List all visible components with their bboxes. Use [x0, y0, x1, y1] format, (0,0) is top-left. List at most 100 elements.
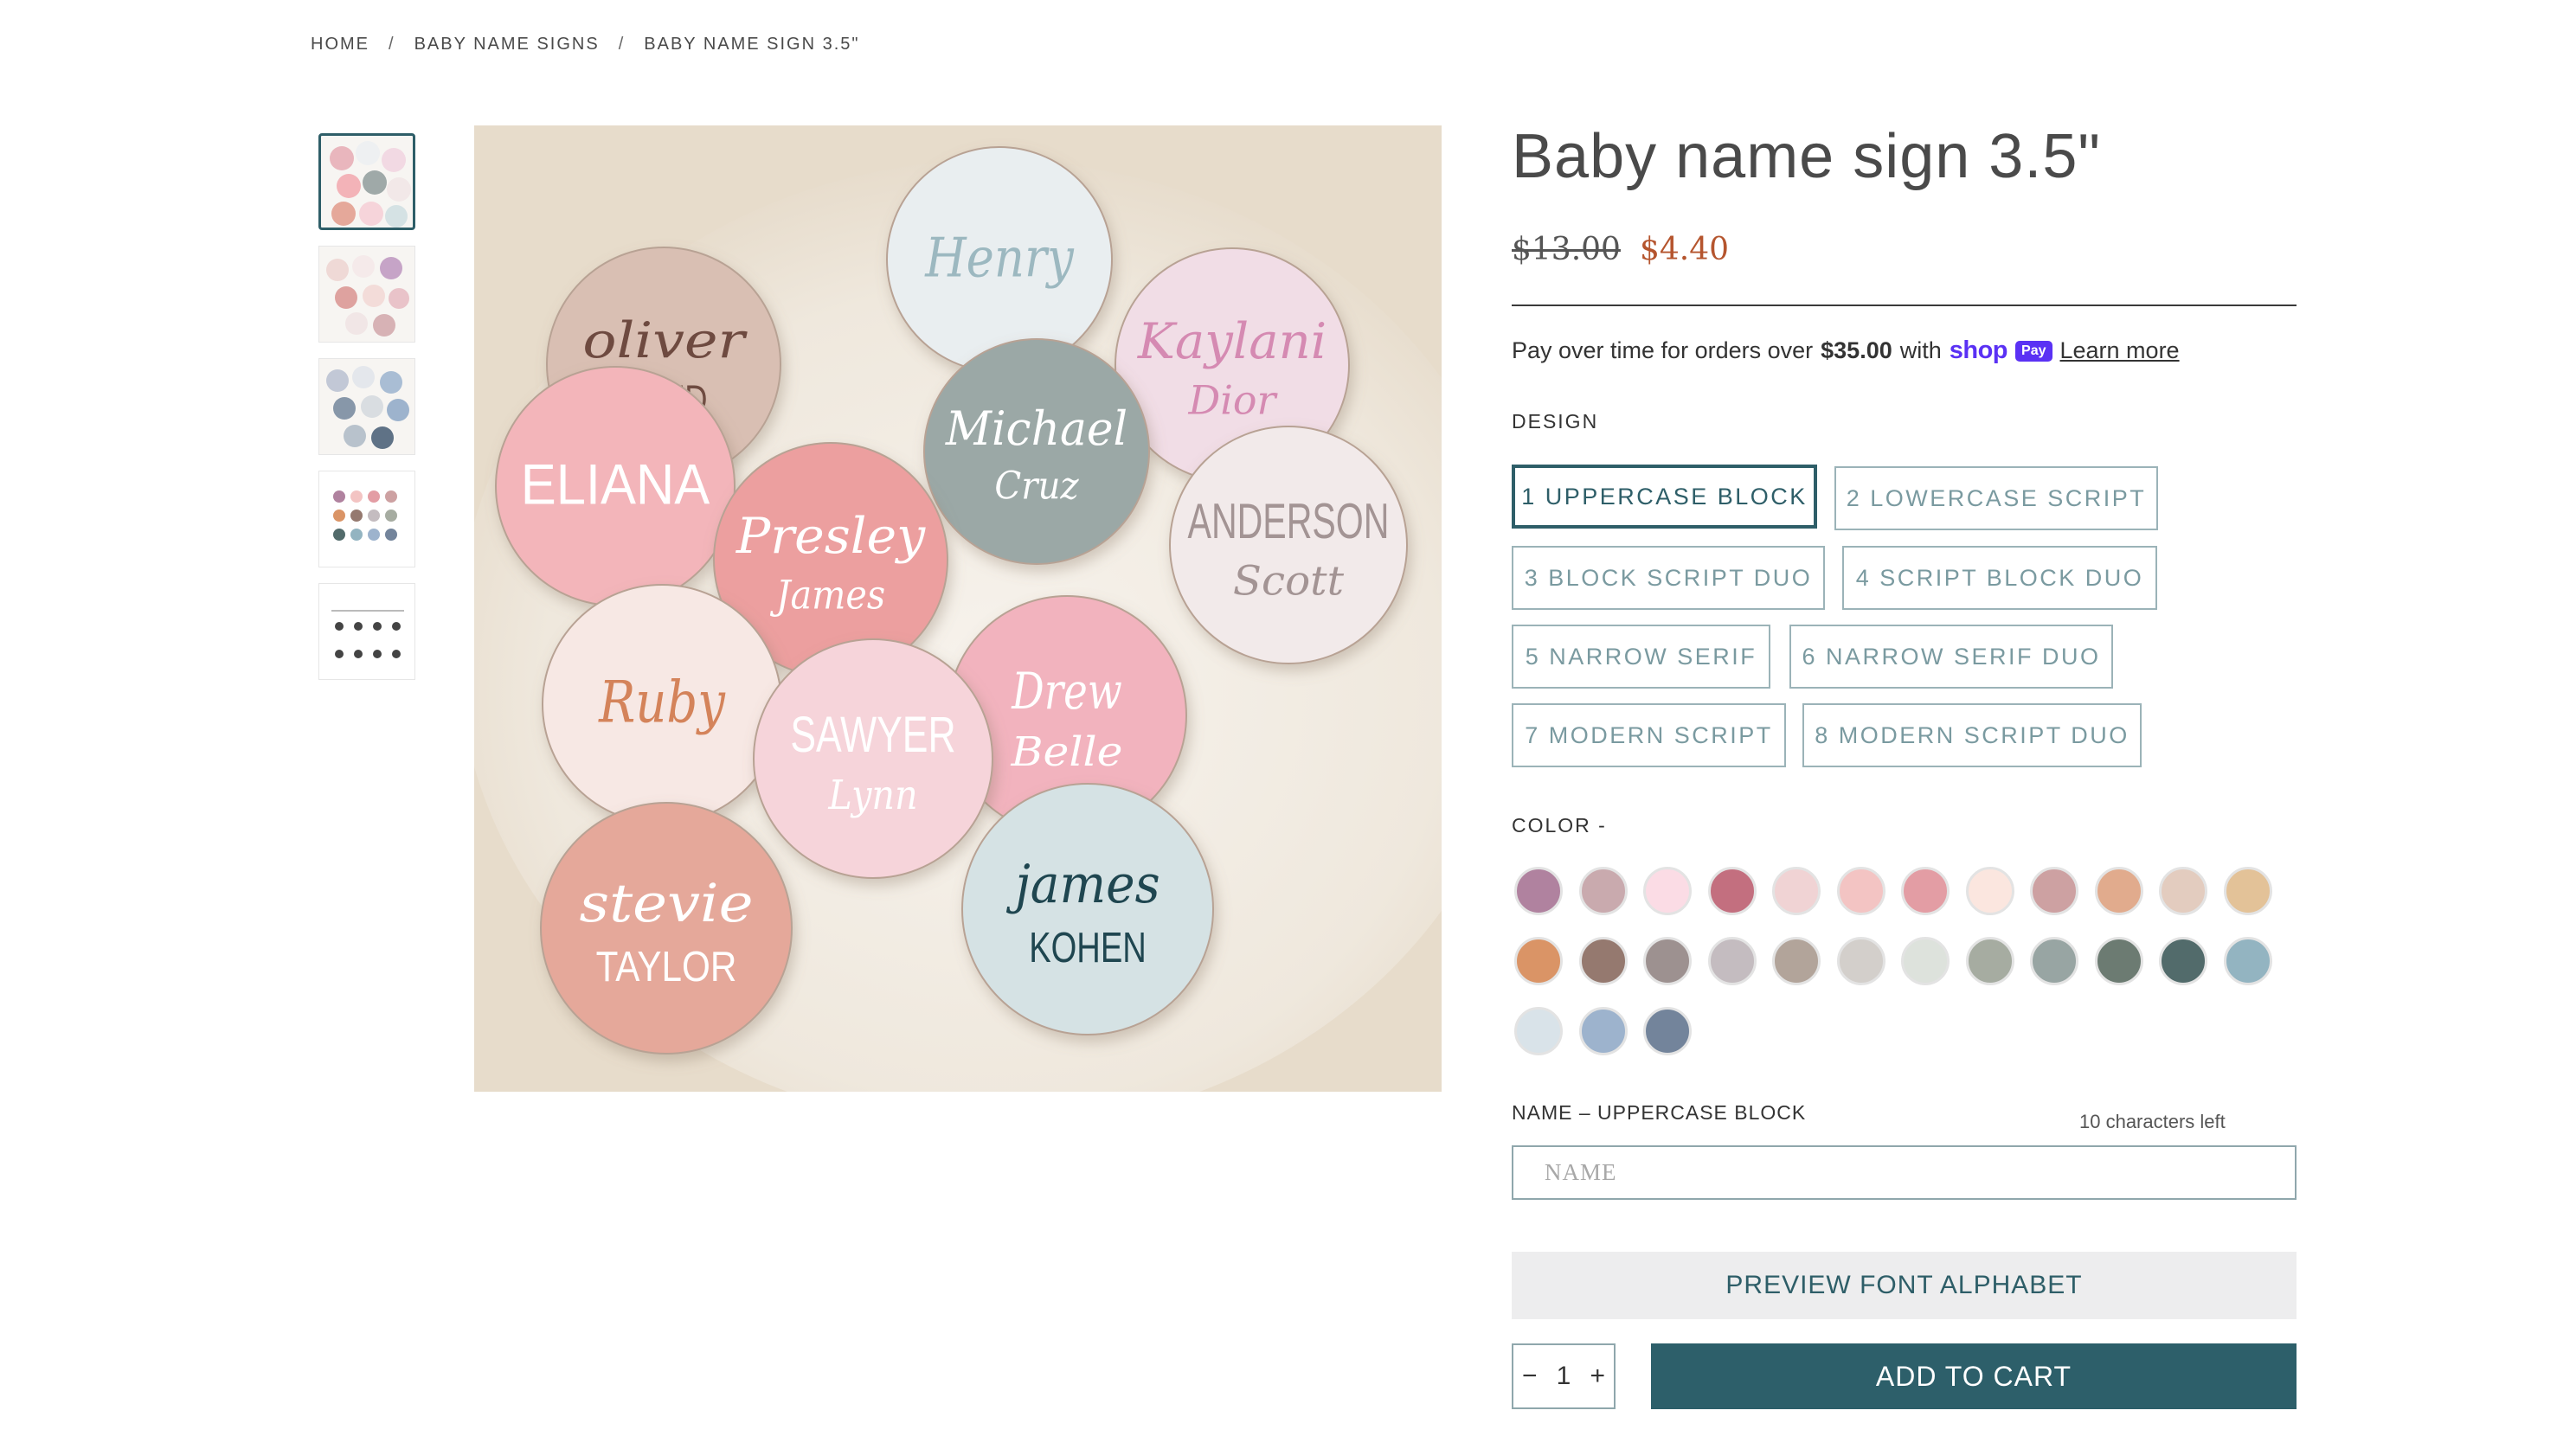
name-sign-12: james KOHEN [961, 783, 1214, 1035]
name-sign-text: Drew [1011, 662, 1121, 721]
name-sign-8: Ruby [542, 584, 782, 824]
name-sign-text: James [770, 572, 885, 619]
name-sign-text: Belle [1010, 728, 1122, 776]
name-sign-text: Ruby [598, 670, 726, 736]
design-option-3[interactable]: 3 BLOCK SCRIPT DUO [1512, 546, 1825, 610]
design-label: DESIGN [1512, 410, 1599, 433]
shop-pay-logo: shop [1949, 337, 2008, 364]
color-swatch-9[interactable] [2030, 867, 2078, 915]
name-sign-text: Cruz [994, 465, 1079, 509]
quantity-increase-button[interactable]: + [1590, 1362, 1605, 1391]
name-sign-7: ANDERSON Scott [1169, 426, 1408, 664]
name-sign-text: Henry [924, 227, 1074, 290]
product-title: Baby name sign 3.5" [1512, 122, 2101, 191]
name-sign-text: TAYLOR [596, 943, 737, 990]
breadcrumb-home[interactable]: HOME [311, 35, 369, 54]
name-sign-4: Michael Cruz [923, 338, 1150, 565]
name-sign-text: Dior [1188, 377, 1279, 424]
installments-amount: $35.00 [1821, 337, 1892, 363]
sale-price: $4.40 [1639, 232, 1730, 267]
preview-font-alphabet-button[interactable]: PREVIEW FONT ALPHABET [1512, 1252, 2297, 1319]
thumbnail-5[interactable] [318, 583, 415, 680]
original-price: $13.00 [1512, 232, 1621, 267]
design-option-5[interactable]: 5 NARROW SERIF [1512, 625, 1770, 689]
color-swatch-1[interactable] [1514, 867, 1563, 915]
color-swatch-4[interactable] [1707, 867, 1757, 915]
price-divider [1512, 305, 2297, 306]
color-swatch-16[interactable] [1707, 937, 1757, 985]
color-swatch-3[interactable] [1643, 867, 1692, 915]
installments-banner: Pay over time for orders over $35.00 wit… [1512, 337, 2180, 365]
color-swatch-13[interactable] [1514, 937, 1563, 985]
design-option-7[interactable]: 7 MODERN SCRIPT [1512, 703, 1786, 767]
breadcrumb: HOME / BABY NAME SIGNS / BABY NAME SIGN … [311, 35, 860, 54]
design-option-6[interactable]: 6 NARROW SERIF DUO [1789, 625, 2113, 689]
design-option-2[interactable]: 2 LOWERCASE SCRIPT [1834, 466, 2158, 530]
installments-with: with [1899, 337, 1942, 363]
name-sign-text: ELIANA [521, 453, 710, 517]
name-sign-text: Lynn [828, 772, 918, 819]
color-label: COLOR - [1512, 814, 1607, 837]
learn-more-link[interactable]: Learn more [2060, 337, 2180, 364]
color-swatch-23[interactable] [2159, 937, 2207, 985]
color-swatch-19[interactable] [1901, 937, 1950, 985]
color-swatch-12[interactable] [2223, 867, 2272, 915]
color-swatch-7[interactable] [1901, 867, 1950, 915]
breadcrumb-separator: / [618, 35, 626, 54]
thumbnail-list [318, 133, 415, 680]
color-swatch-8[interactable] [1965, 867, 2014, 915]
color-swatch-18[interactable] [1836, 937, 1885, 985]
color-swatch-15[interactable] [1643, 937, 1692, 985]
color-swatch-11[interactable] [2159, 867, 2207, 915]
design-option-8[interactable]: 8 MODERN SCRIPT DUO [1802, 703, 2142, 767]
quantity-value[interactable]: 1 [1557, 1362, 1571, 1391]
name-sign-text: oliver [582, 312, 747, 369]
color-swatch-5[interactable] [1772, 867, 1821, 915]
name-sign-text: Scott [1233, 558, 1344, 605]
color-swatch-20[interactable] [1965, 937, 2014, 985]
add-to-cart-button[interactable]: ADD TO CART [1651, 1343, 2297, 1409]
color-swatch-24[interactable] [2223, 937, 2272, 985]
breadcrumb-baby-name-signs[interactable]: BABY NAME SIGNS [414, 35, 600, 54]
color-swatch-25[interactable] [1514, 1007, 1563, 1055]
name-sign-text: ANDERSON [1188, 494, 1390, 549]
name-sign-text: Michael [945, 401, 1127, 456]
breadcrumb-current: BABY NAME SIGN 3.5" [644, 35, 860, 54]
installments-text: Pay over time for orders over [1512, 337, 1814, 363]
product-photo: HenryoliverREEDKaylaniDiorMichaelCruzELI… [474, 125, 1442, 1092]
color-swatch-17[interactable] [1772, 937, 1821, 985]
color-swatch-21[interactable] [2030, 937, 2078, 985]
shop-pay-badge: Pay [2015, 340, 2052, 362]
price: $13.00 $4.40 [1512, 232, 1729, 267]
name-sign-11: stevie TAYLOR [540, 802, 793, 1055]
characters-left: 10 characters left [2079, 1111, 2226, 1132]
color-swatch-6[interactable] [1836, 867, 1885, 915]
name-sign-5: ELIANA [495, 366, 736, 606]
quantity-stepper: − 1 + [1512, 1343, 1616, 1409]
color-swatch-10[interactable] [2094, 867, 2143, 915]
thumbnail-2[interactable] [318, 246, 415, 343]
name-sign-1: Henry [886, 146, 1113, 373]
name-sign-text: KOHEN [1029, 924, 1147, 971]
quantity-decrease-button[interactable]: − [1522, 1362, 1538, 1391]
name-sign-10: SAWYER Lynn [753, 638, 993, 879]
color-swatch-14[interactable] [1578, 937, 1628, 985]
thumbnail-4[interactable] [318, 471, 415, 567]
design-option-4[interactable]: 4 SCRIPT BLOCK DUO [1842, 546, 2157, 610]
color-swatch-2[interactable] [1578, 867, 1628, 915]
thumbnail-3[interactable] [318, 358, 415, 455]
name-sign-text: Kaylani [1137, 313, 1327, 370]
color-swatch-22[interactable] [2094, 937, 2143, 985]
name-sign-text: SAWYER [790, 708, 955, 763]
name-field-label: NAME – UPPERCASE BLOCK [1512, 1101, 1807, 1124]
breadcrumb-separator: / [389, 35, 395, 54]
color-swatch-26[interactable] [1578, 1007, 1628, 1055]
design-option-1[interactable]: 1 UPPERCASE BLOCK [1512, 465, 1817, 529]
name-sign-text: james [1005, 854, 1160, 915]
color-swatch-27[interactable] [1643, 1007, 1692, 1055]
name-sign-text: stevie [580, 873, 754, 934]
name-sign-text: Presley [736, 508, 926, 565]
product-main-image[interactable]: HenryoliverREEDKaylaniDiorMichaelCruzELI… [474, 125, 1442, 1092]
thumbnail-1[interactable] [318, 133, 415, 230]
name-input[interactable] [1512, 1145, 2297, 1200]
